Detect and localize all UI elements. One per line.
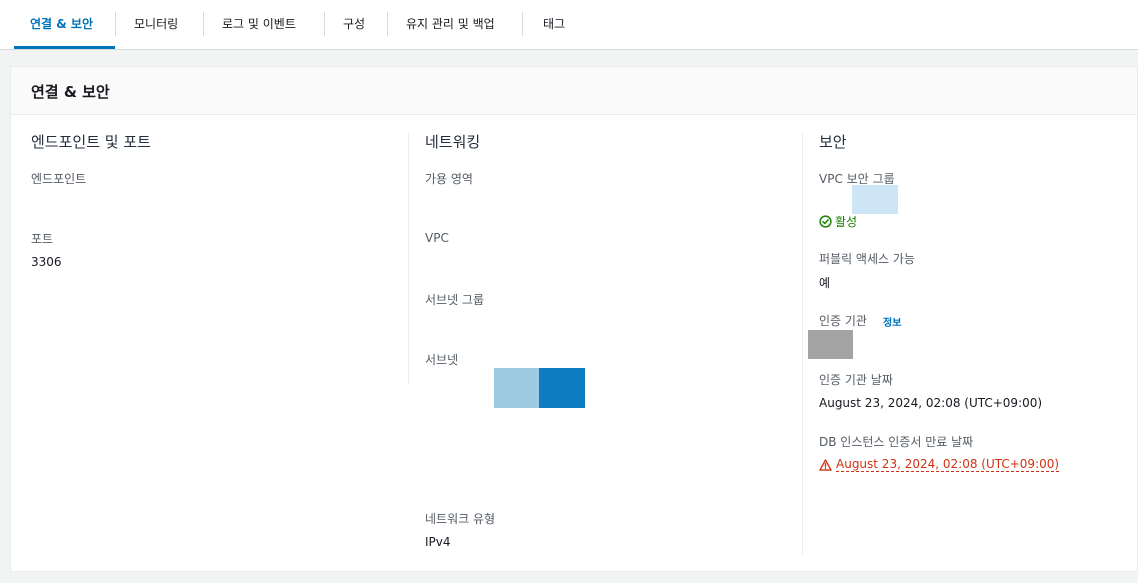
redacted-security-group-link[interactable] — [852, 185, 898, 214]
status-text: 활성 — [835, 215, 858, 229]
tab-divider — [324, 12, 325, 36]
network-type-value: IPv4 — [425, 535, 451, 549]
tab-tags[interactable]: 태그 — [543, 0, 565, 49]
tab-divider — [115, 12, 116, 36]
redacted-subnet-block — [494, 368, 539, 408]
port-label: 포트 — [31, 232, 54, 246]
certificate-authority-label: 인증 기관 — [819, 314, 867, 328]
tab-divider — [522, 12, 523, 36]
active-tab-indicator — [14, 46, 115, 49]
column-divider — [408, 133, 409, 385]
subnet-group-label: 서브넷 그룹 — [425, 293, 485, 307]
security-group-status: 활성 — [819, 213, 857, 230]
warning-triangle-icon — [819, 458, 832, 471]
endpoint-label: 엔드포인트 — [31, 172, 87, 186]
cert-expiry-warning[interactable]: August 23, 2024, 02:08 (UTC+09:00) — [819, 457, 1060, 472]
cert-expiry-value[interactable]: August 23, 2024, 02:08 (UTC+09:00) — [836, 457, 1060, 472]
cert-expiry-label: DB 인스턴스 인증서 만료 날짜 — [819, 435, 974, 449]
public-access-label: 퍼블릭 액세스 가능 — [819, 252, 915, 266]
panel-header: 연결 & 보안 — [11, 67, 1137, 115]
ca-date-value: August 23, 2024, 02:08 (UTC+09:00) — [819, 396, 1043, 410]
public-access-value: 예 — [819, 276, 831, 290]
networking-heading: 네트워킹 — [425, 133, 481, 151]
ca-info-link[interactable]: 정보 — [883, 314, 901, 329]
endpoints-heading: 엔드포인트 및 포트 — [31, 133, 151, 151]
port-value: 3306 — [31, 255, 62, 269]
redacted-subnet-block — [539, 368, 585, 408]
availability-zone-label: 가용 영역 — [425, 172, 473, 186]
subnets-label: 서브넷 — [425, 353, 459, 367]
security-heading: 보안 — [819, 133, 847, 151]
tab-configuration[interactable]: 구성 — [343, 0, 365, 49]
tab-maintenance-backups[interactable]: 유지 관리 및 백업 — [406, 0, 495, 49]
column-divider — [802, 133, 803, 555]
tab-connectivity-security[interactable]: 연결 & 보안 — [30, 0, 93, 49]
tab-divider — [387, 12, 388, 36]
tab-bar: 연결 & 보안 모니터링 로그 및 이벤트 구성 유지 관리 및 백업 태그 — [0, 0, 1138, 50]
tab-divider — [203, 12, 204, 36]
panel-title: 연결 & 보안 — [31, 83, 110, 101]
tab-monitoring[interactable]: 모니터링 — [134, 0, 178, 49]
redacted-certificate-authority — [808, 330, 853, 359]
check-circle-icon — [819, 215, 832, 228]
tab-logs-events[interactable]: 로그 및 이벤트 — [222, 0, 296, 49]
network-type-label: 네트워크 유형 — [425, 512, 496, 526]
vpc-label: VPC — [425, 231, 449, 245]
ca-date-label: 인증 기관 날짜 — [819, 373, 893, 387]
connectivity-security-panel: 연결 & 보안 엔드포인트 및 포트 엔드포인트 포트 3306 네트워킹 가용… — [10, 66, 1138, 572]
